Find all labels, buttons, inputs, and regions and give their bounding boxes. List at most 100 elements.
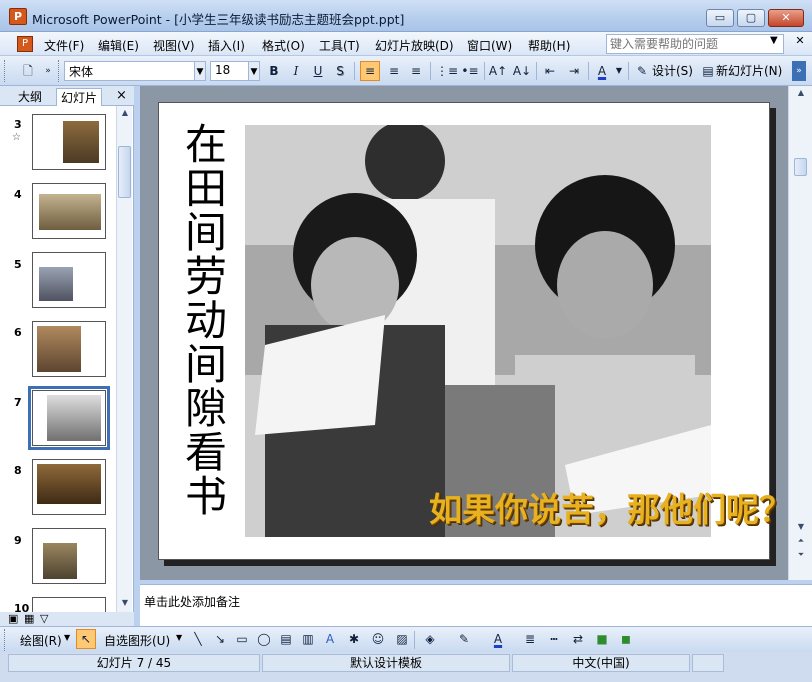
3d-style-icon[interactable]: ◼ <box>616 629 636 649</box>
vertical-textbox-icon[interactable]: ▥ <box>298 629 318 649</box>
font-dropdown-icon[interactable]: ▼ <box>194 61 206 81</box>
slides-pane-scrollbar[interactable]: ▲ ▼ <box>116 106 132 612</box>
toolbar-grip[interactable] <box>4 60 7 82</box>
normal-view-icon[interactable]: ▣ <box>8 612 18 625</box>
align-right-icon[interactable]: ≡ <box>406 61 426 81</box>
slide-photo[interactable] <box>245 125 711 537</box>
slide-thumbnail-5[interactable] <box>32 252 106 308</box>
design-icon[interactable]: ✎ <box>632 61 652 81</box>
slide-thumbnail-10[interactable] <box>32 597 106 612</box>
maximize-button[interactable]: ▢ <box>737 9 765 27</box>
menu-view[interactable]: 视图(V) <box>153 37 195 54</box>
decrease-font-size-icon[interactable]: A↓ <box>512 61 532 81</box>
slide-thumbnail-8[interactable] <box>32 459 106 515</box>
minimize-button[interactable]: ▭ <box>706 9 734 27</box>
close-pane-icon[interactable]: × <box>116 88 127 103</box>
slide-thumbnail-6[interactable] <box>32 321 106 377</box>
font-name-select[interactable]: 宋体 <box>64 61 196 81</box>
font-color-icon[interactable]: A <box>488 629 508 649</box>
slide-title[interactable]: 在田间劳动间隙看书 <box>181 123 231 519</box>
textbox-tool-icon[interactable]: ▤ <box>276 629 296 649</box>
slide-canvas[interactable]: 在田间劳动间隙看书 如果你说苦，那他们呢？ <box>158 102 792 560</box>
rectangle-tool-icon[interactable]: ▭ <box>232 629 252 649</box>
menu-window[interactable]: 窗口(W) <box>467 37 512 54</box>
line-style-icon[interactable]: ≣ <box>520 629 540 649</box>
align-left-icon[interactable]: ≡ <box>360 61 380 81</box>
draw-menu-button[interactable]: 绘图(R) <box>20 632 62 649</box>
new-slide-button[interactable]: 新幻灯片(N) <box>716 62 782 79</box>
italic-button[interactable]: I <box>286 61 306 81</box>
scroll-thumb[interactable] <box>118 146 131 198</box>
document-icon[interactable]: P <box>17 36 33 52</box>
menu-edit[interactable]: 编辑(E) <box>98 37 139 54</box>
align-center-icon[interactable]: ≡ <box>384 61 404 81</box>
powerpoint-app-icon[interactable]: P <box>9 8 27 25</box>
tab-outline[interactable]: 大纲 <box>14 88 46 106</box>
slide-thumbnail-3[interactable] <box>32 114 106 170</box>
autoshapes-button[interactable]: 自选图形(U) <box>104 632 170 649</box>
toolbar-grip[interactable] <box>58 60 61 82</box>
font-color-dropdown-icon[interactable]: ▼ <box>614 61 624 81</box>
menu-tools[interactable]: 工具(T) <box>319 37 360 54</box>
diagram-icon[interactable]: ✱ <box>344 629 364 649</box>
next-slide-icon[interactable]: ⏷ <box>793 548 809 562</box>
previous-slide-icon[interactable]: ⏶ <box>793 534 809 548</box>
new-slide-icon[interactable]: ▤ <box>698 61 718 81</box>
slide-caption[interactable]: 如果你说苦，那他们呢？ <box>429 483 792 531</box>
shadow-style-icon[interactable]: ■ <box>592 629 612 649</box>
decrease-indent-icon[interactable]: ⇤ <box>540 61 560 81</box>
select-pointer-icon[interactable]: ↖ <box>76 629 96 649</box>
increase-indent-icon[interactable]: ⇥ <box>564 61 584 81</box>
bulleted-list-icon[interactable]: •≡ <box>460 61 480 81</box>
menu-file[interactable]: 文件(F) <box>44 37 84 54</box>
design-button[interactable]: 设计(S) <box>652 62 693 79</box>
scroll-up-icon[interactable]: ▲ <box>793 86 809 100</box>
new-document-icon[interactable]: 🗋 <box>18 61 38 81</box>
increase-font-size-icon[interactable]: A↑ <box>488 61 508 81</box>
menu-slideshow[interactable]: 幻灯片放映(D) <box>375 37 454 54</box>
autoshapes-dropdown-icon[interactable]: ▼ <box>176 633 182 642</box>
bold-button[interactable]: B <box>264 61 284 81</box>
scroll-down-icon[interactable]: ▼ <box>793 520 809 534</box>
fill-color-icon[interactable]: ◈ <box>420 629 440 649</box>
close-document-icon[interactable]: ✕ <box>790 34 810 54</box>
insert-picture-icon[interactable]: ▨ <box>392 629 412 649</box>
menu-format[interactable]: 格式(O) <box>262 37 305 54</box>
clipart-icon[interactable]: ☺ <box>368 629 388 649</box>
draw-dropdown-icon[interactable]: ▼ <box>64 633 70 642</box>
numbered-list-icon[interactable]: ⋮≡ <box>436 61 458 81</box>
font-size-select[interactable]: 18 <box>210 61 250 81</box>
title-bar: P Microsoft PowerPoint - [小学生三年级读书励志主题班会… <box>0 0 812 32</box>
slide-thumbnail-9[interactable] <box>32 528 106 584</box>
scroll-down-icon[interactable]: ▼ <box>117 596 133 610</box>
tab-slides[interactable]: 幻灯片 <box>56 88 103 106</box>
dash-style-icon[interactable]: ┅ <box>544 629 564 649</box>
slideshow-view-icon[interactable]: ▽ <box>40 612 48 625</box>
notes-pane[interactable]: 单击此处添加备注 <box>140 584 812 626</box>
chevron-down-icon[interactable]: ▼ <box>770 35 778 46</box>
toolbar-grip[interactable] <box>4 629 7 651</box>
slide-sorter-icon[interactable]: ▦ <box>24 612 34 625</box>
close-button[interactable]: ✕ <box>768 9 804 27</box>
wordart-icon[interactable]: A <box>320 629 340 649</box>
arrow-style-icon[interactable]: ⇄ <box>568 629 588 649</box>
slide-thumbnail-list: 3 ☆ 4 5 6 7 8 9 10 <box>0 106 116 612</box>
menu-insert[interactable]: 插入(I) <box>208 37 245 54</box>
slide-thumbnail-4[interactable] <box>32 183 106 239</box>
font-color-icon[interactable]: A <box>592 61 612 81</box>
shadow-button[interactable]: S <box>330 61 350 81</box>
scroll-up-icon[interactable]: ▲ <box>117 106 133 120</box>
slide-thumbnail-7[interactable] <box>28 386 110 450</box>
underline-button[interactable]: U <box>308 61 328 81</box>
size-dropdown-icon[interactable]: ▼ <box>248 61 260 81</box>
line-color-icon[interactable]: ✎ <box>454 629 474 649</box>
help-search-input[interactable] <box>606 34 784 54</box>
menu-help[interactable]: 帮助(H) <box>528 37 570 54</box>
line-tool-icon[interactable]: ╲ <box>188 629 208 649</box>
toolbar-options-icon[interactable]: » <box>42 61 54 81</box>
oval-tool-icon[interactable]: ◯ <box>254 629 274 649</box>
slide-scrollbar[interactable]: ▲ ▼ ⏶ ⏷ <box>788 86 812 580</box>
arrow-tool-icon[interactable]: ↘ <box>210 629 230 649</box>
toolbar-options-icon[interactable]: » <box>792 61 806 81</box>
scroll-thumb[interactable] <box>794 158 807 176</box>
